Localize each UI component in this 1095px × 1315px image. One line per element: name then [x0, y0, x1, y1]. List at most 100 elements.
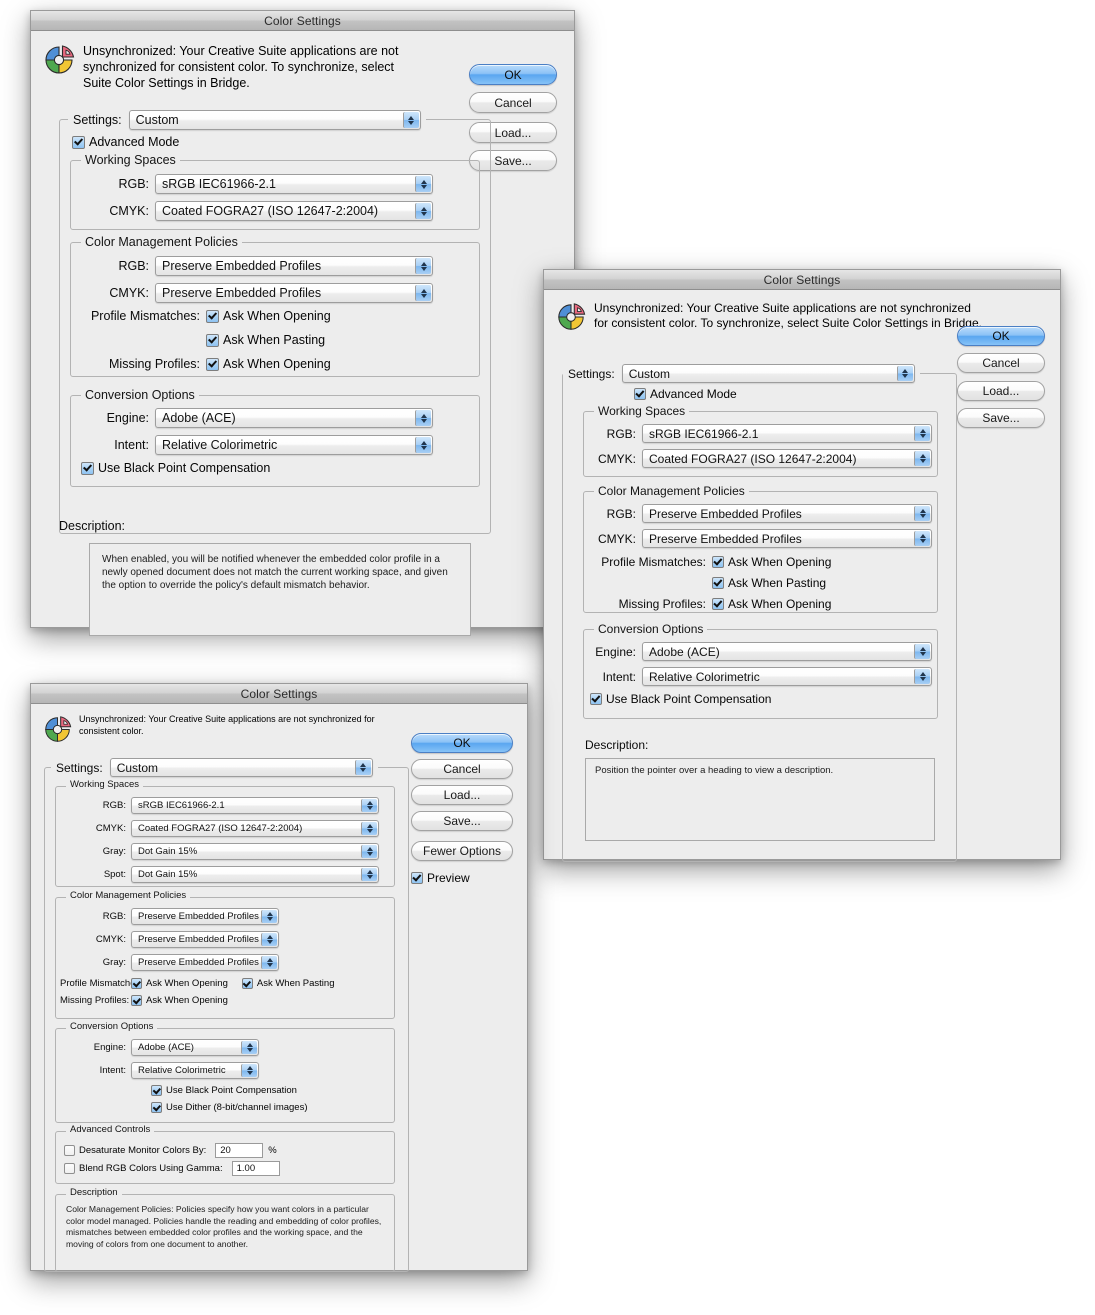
color-settings-dialog-medium[interactable]: Color Settings Unsynchronized: Your Crea… [543, 269, 1061, 862]
policy-cmyk-select[interactable]: Preserve Embedded Profiles [155, 283, 433, 303]
policy-gray-row: Gray: Preserve Embedded Profiles [60, 954, 279, 971]
intent-label: Intent: [114, 438, 149, 452]
blend-gamma-label: Blend RGB Colors Using Gamma: [79, 1163, 223, 1174]
missing-ask-opening-checkbox[interactable]: Ask When Opening [712, 597, 831, 611]
black-point-checkbox[interactable]: Use Black Point Compensation [590, 692, 771, 706]
titlebar[interactable]: Color Settings [31, 11, 574, 31]
cmyk-label: CMYK: [109, 204, 149, 218]
policy-rgb-select[interactable]: Preserve Embedded Profiles [155, 256, 433, 276]
preview-checkbox[interactable]: Preview [411, 871, 513, 885]
fewer-options-button[interactable]: Fewer Options [411, 841, 513, 861]
intent-value: Relative Colorimetric [649, 669, 760, 684]
titlebar[interactable]: Color Settings [544, 270, 1060, 290]
ok-button[interactable]: OK [957, 326, 1045, 346]
black-point-checkbox[interactable]: Use Black Point Compensation [151, 1085, 297, 1096]
mismatch-ask-opening-checkbox[interactable]: Ask When Opening [206, 309, 331, 323]
working-cmyk-select[interactable]: Coated FOGRA27 (ISO 12647-2:2004) [155, 201, 433, 221]
load-button[interactable]: Load... [411, 785, 513, 805]
mismatch-ask-pasting-row: Ask When Pasting [712, 576, 826, 590]
intent-select[interactable]: Relative Colorimetric [131, 1062, 259, 1079]
working-cmyk-select[interactable]: Coated FOGRA27 (ISO 12647-2:2004) [642, 449, 932, 468]
working-cmyk-row: CMYK: Coated FOGRA27 (ISO 12647-2:2004) [588, 449, 932, 468]
black-point-label: Use Black Point Compensation [166, 1085, 297, 1096]
working-rgb-select[interactable]: sRGB IEC61966-2.1 [131, 797, 379, 814]
missing-ask-opening-checkbox[interactable]: Ask When Opening [206, 357, 331, 371]
missing-ask-opening-checkbox[interactable]: Ask When Opening [131, 995, 228, 1006]
engine-select[interactable]: Adobe (ACE) [642, 642, 932, 661]
desaturate-label: Desaturate Monitor Colors By: [79, 1145, 207, 1156]
color-settings-dialog-compact[interactable]: Color Settings Unsynchronized: Your Crea… [30, 683, 528, 1272]
working-rgb-select[interactable]: sRGB IEC61966-2.1 [155, 174, 433, 194]
chevron-updown-icon [415, 258, 431, 274]
engine-select[interactable]: Adobe (ACE) [155, 408, 433, 428]
titlebar[interactable]: Color Settings [31, 684, 527, 704]
blend-gamma-checkbox[interactable]: Blend RGB Colors Using Gamma: [64, 1163, 223, 1174]
settings-select[interactable]: Custom [621, 364, 915, 383]
gray-label: Gray: [102, 846, 126, 857]
checkbox-icon [241, 978, 253, 989]
working-gray-select[interactable]: Dot Gain 15% [131, 843, 379, 860]
policy-rgb-select[interactable]: Preserve Embedded Profiles [131, 908, 279, 925]
chevron-updown-icon [261, 956, 277, 969]
settings-select[interactable]: Custom [128, 110, 421, 130]
save-button[interactable]: Save... [957, 408, 1045, 428]
settings-label: Settings: [73, 113, 122, 127]
desaturate-input[interactable]: 20 [215, 1143, 264, 1158]
settings-group: Settings: Custom Working Spaces RGB: sRG… [44, 758, 409, 1272]
intent-select[interactable]: Relative Colorimetric [642, 667, 932, 686]
engine-value: Adobe (ACE) [649, 644, 720, 659]
working-cmyk-select[interactable]: Coated FOGRA27 (ISO 12647-2:2004) [131, 820, 379, 837]
policy-cmyk-row: CMYK: Preserve Embedded Profiles [588, 529, 932, 548]
engine-label: Engine: [106, 411, 149, 425]
color-management-policies-group: Color Management Policies RGB: Preserve … [583, 484, 938, 613]
settings-row: Settings: Custom [51, 758, 378, 777]
profile-mismatches-label: Profile Mismatches: [601, 555, 706, 569]
chevron-updown-icon [361, 799, 377, 812]
conversion-options-group: Conversion Options Engine: Adobe (ACE) I… [583, 622, 938, 719]
working-spot-value: Dot Gain 15% [138, 869, 198, 880]
ok-button[interactable]: OK [411, 733, 513, 753]
working-rgb-select[interactable]: sRGB IEC61966-2.1 [642, 424, 932, 443]
working-spot-select[interactable]: Dot Gain 15% [131, 866, 379, 883]
black-point-checkbox[interactable]: Use Black Point Compensation [81, 461, 270, 475]
advanced-mode-checkbox[interactable]: Advanced Mode [634, 387, 737, 401]
policy-cmyk-select[interactable]: Preserve Embedded Profiles [131, 931, 279, 948]
chevron-updown-icon [914, 426, 930, 441]
color-settings-dialog-advanced[interactable]: Color Settings Unsynchronized: Your Crea… [30, 10, 575, 636]
settings-select[interactable]: Custom [109, 758, 373, 777]
mismatch-ask-pasting-checkbox[interactable]: Ask When Pasting [712, 576, 826, 590]
settings-row: Settings: Custom [563, 364, 920, 383]
intent-select[interactable]: Relative Colorimetric [155, 435, 433, 455]
desaturate-checkbox[interactable]: Desaturate Monitor Colors By: [64, 1145, 206, 1156]
policies-legend: Color Management Policies [594, 484, 749, 498]
checkbox-icon [151, 1102, 162, 1113]
ok-button[interactable]: OK [469, 64, 557, 85]
policy-cmyk-select[interactable]: Preserve Embedded Profiles [642, 529, 932, 548]
load-button[interactable]: Load... [957, 381, 1045, 401]
policy-rgb-select[interactable]: Preserve Embedded Profiles [642, 504, 932, 523]
mismatch-ask-pasting-label: Ask When Pasting [256, 978, 335, 989]
mismatch-ask-opening-checkbox[interactable]: Ask When Opening [712, 555, 831, 569]
save-button[interactable]: Save... [411, 811, 513, 831]
color-wheel-icon [43, 44, 75, 76]
blend-gamma-input[interactable]: 1.00 [231, 1161, 280, 1176]
cancel-button[interactable]: Cancel [957, 353, 1045, 373]
engine-select[interactable]: Adobe (ACE) [131, 1039, 259, 1056]
window-title: Color Settings [264, 13, 341, 28]
use-dither-checkbox[interactable]: Use Dither (8-bit/channel images) [151, 1102, 308, 1113]
policy-rgb-value: Preserve Embedded Profiles [138, 911, 259, 922]
mismatch-ask-opening-checkbox[interactable]: Ask When Opening [131, 978, 228, 989]
checkbox-icon [590, 693, 602, 705]
description-label: Description: [59, 519, 125, 533]
sync-warning-text: Unsynchronized: Your Creative Suite appl… [79, 714, 375, 736]
rgb-label: RGB: [118, 177, 149, 191]
settings-row: Settings: Custom [68, 110, 426, 130]
policy-rgb-value: Preserve Embedded Profiles [649, 506, 802, 521]
advanced-mode-checkbox[interactable]: Advanced Mode [72, 135, 179, 149]
mismatch-ask-pasting-checkbox[interactable]: Ask When Pasting [241, 978, 335, 989]
desaturate-unit: % [268, 1145, 277, 1156]
mismatch-ask-pasting-checkbox[interactable]: Ask When Pasting [206, 333, 325, 347]
cancel-button[interactable]: Cancel [469, 92, 557, 113]
cancel-button[interactable]: Cancel [411, 759, 513, 779]
policy-gray-select[interactable]: Preserve Embedded Profiles [131, 954, 279, 971]
